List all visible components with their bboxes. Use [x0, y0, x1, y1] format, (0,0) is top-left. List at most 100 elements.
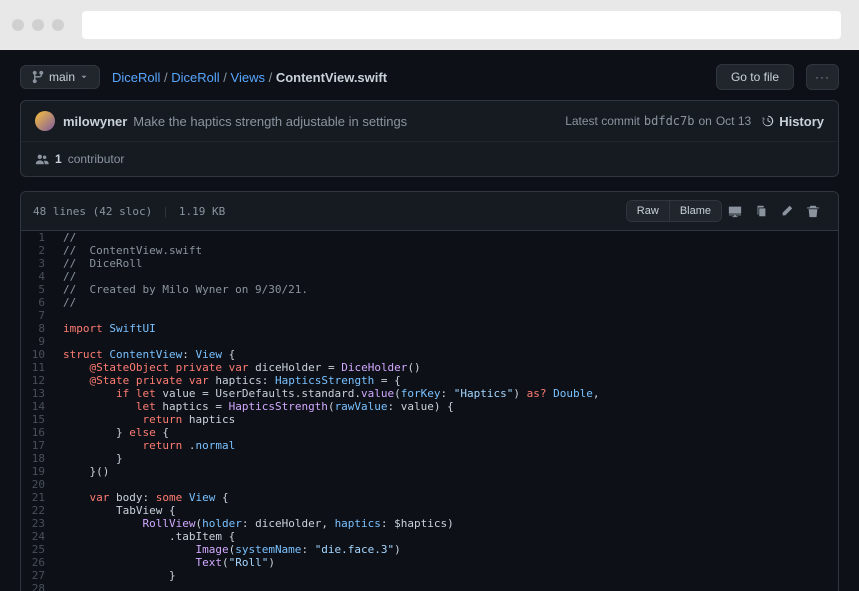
code-line: 14 let haptics = HapticsStrength(rawValu…: [21, 400, 838, 413]
line-content: //: [59, 270, 838, 283]
branch-select-button[interactable]: main: [20, 65, 100, 89]
commit-hash[interactable]: bdfdc7b: [644, 114, 695, 128]
line-number[interactable]: 11: [21, 361, 59, 374]
contributor-count: 1: [55, 152, 62, 166]
line-number[interactable]: 15: [21, 413, 59, 426]
line-number[interactable]: 17: [21, 439, 59, 452]
line-content: .tabItem {: [59, 530, 838, 543]
maximize-window-icon[interactable]: [52, 19, 64, 31]
delete-button[interactable]: [800, 200, 826, 222]
line-number[interactable]: 8: [21, 322, 59, 335]
latest-commit-row: milowyner Make the haptics strength adju…: [21, 101, 838, 142]
copy-button[interactable]: [748, 200, 774, 222]
line-number[interactable]: 9: [21, 335, 59, 348]
line-number[interactable]: 28: [21, 582, 59, 591]
open-desktop-button[interactable]: [722, 200, 748, 222]
line-number[interactable]: 4: [21, 270, 59, 283]
branch-label: main: [49, 70, 75, 84]
contributor-label: contributor: [68, 152, 125, 166]
breadcrumb-link-folder[interactable]: Views: [231, 70, 265, 85]
browser-chrome: [0, 0, 859, 50]
code-area[interactable]: 1//2// ContentView.swift3// DiceRoll4//5…: [21, 231, 838, 591]
code-line: 25 Image(systemName: "die.face.3"): [21, 543, 838, 556]
code-line: 2// ContentView.swift: [21, 244, 838, 257]
go-to-file-button[interactable]: Go to file: [716, 64, 794, 90]
more-options-button[interactable]: ···: [806, 64, 839, 90]
code-line: 20: [21, 478, 838, 491]
line-number[interactable]: 1: [21, 231, 59, 244]
line-number[interactable]: 27: [21, 569, 59, 582]
minimize-window-icon[interactable]: [32, 19, 44, 31]
avatar[interactable]: [35, 111, 55, 131]
close-window-icon[interactable]: [12, 19, 24, 31]
repo-header-row: main DiceRoll / DiceRoll / Views / Conte…: [20, 50, 839, 100]
code-line: 28: [21, 582, 838, 591]
line-number[interactable]: 6: [21, 296, 59, 309]
line-content: @StateObject private var diceHolder = Di…: [59, 361, 838, 374]
line-number[interactable]: 22: [21, 504, 59, 517]
trash-icon: [806, 204, 820, 218]
line-number[interactable]: 2: [21, 244, 59, 257]
line-content: } else {: [59, 426, 838, 439]
code-line: 22 TabView {: [21, 504, 838, 517]
raw-blame-group: Raw Blame: [626, 200, 722, 222]
commit-date-prefix: on: [698, 114, 711, 128]
line-number[interactable]: 7: [21, 309, 59, 322]
code-line: 7: [21, 309, 838, 322]
line-number[interactable]: 18: [21, 452, 59, 465]
breadcrumb-link-project[interactable]: DiceRoll: [171, 70, 219, 85]
file-header: 48 lines (42 sloc) | 1.19 KB Raw Blame: [21, 192, 838, 231]
line-content: [59, 582, 838, 591]
history-icon: [761, 114, 775, 128]
file-info: 48 lines (42 sloc) | 1.19 KB: [33, 205, 626, 218]
code-line: 1//: [21, 231, 838, 244]
line-content: // DiceRoll: [59, 257, 838, 270]
line-number[interactable]: 24: [21, 530, 59, 543]
code-line: 10struct ContentView: View {: [21, 348, 838, 361]
line-number[interactable]: 23: [21, 517, 59, 530]
history-link[interactable]: History: [761, 114, 824, 129]
raw-button[interactable]: Raw: [627, 201, 670, 221]
traffic-lights: [12, 19, 64, 31]
desktop-icon: [728, 204, 742, 218]
history-label: History: [779, 114, 824, 129]
breadcrumb-link-root[interactable]: DiceRoll: [112, 70, 160, 85]
line-content: // ContentView.swift: [59, 244, 838, 257]
code-line: 3// DiceRoll: [21, 257, 838, 270]
code-line: 15 return haptics: [21, 413, 838, 426]
contributors-row: 1 contributor: [21, 142, 838, 176]
line-number[interactable]: 3: [21, 257, 59, 270]
line-number[interactable]: 16: [21, 426, 59, 439]
line-content: import SwiftUI: [59, 322, 838, 335]
line-number[interactable]: 21: [21, 491, 59, 504]
commit-author[interactable]: milowyner: [63, 114, 127, 129]
line-content: if let value = UserDefaults.standard.val…: [59, 387, 838, 400]
code-line: 13 if let value = UserDefaults.standard.…: [21, 387, 838, 400]
pencil-icon: [780, 204, 794, 218]
line-number[interactable]: 12: [21, 374, 59, 387]
code-line: 4//: [21, 270, 838, 283]
code-line: 16 } else {: [21, 426, 838, 439]
line-content: Text("Roll"): [59, 556, 838, 569]
line-number[interactable]: 10: [21, 348, 59, 361]
line-content: let haptics = HapticsStrength(rawValue: …: [59, 400, 838, 413]
line-number[interactable]: 5: [21, 283, 59, 296]
line-number[interactable]: 20: [21, 478, 59, 491]
edit-button[interactable]: [774, 200, 800, 222]
url-bar[interactable]: [82, 11, 841, 39]
code-line: 19 }(): [21, 465, 838, 478]
commit-message[interactable]: Make the haptics strength adjustable in …: [133, 114, 565, 129]
line-content: TabView {: [59, 504, 838, 517]
blame-button[interactable]: Blame: [670, 201, 721, 221]
line-number[interactable]: 26: [21, 556, 59, 569]
line-number[interactable]: 13: [21, 387, 59, 400]
chevron-down-icon: [79, 72, 89, 82]
line-number[interactable]: 14: [21, 400, 59, 413]
breadcrumb-current-file: ContentView.swift: [276, 70, 387, 85]
line-number[interactable]: 19: [21, 465, 59, 478]
line-number[interactable]: 25: [21, 543, 59, 556]
code-line: 5// Created by Milo Wyner on 9/30/21.: [21, 283, 838, 296]
code-line: 21 var body: some View {: [21, 491, 838, 504]
line-content: struct ContentView: View {: [59, 348, 838, 361]
line-content: [59, 335, 838, 348]
